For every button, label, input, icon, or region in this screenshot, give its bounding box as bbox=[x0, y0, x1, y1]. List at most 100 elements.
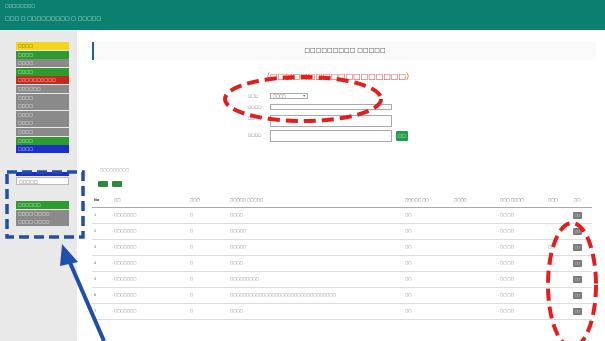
field3-label: □□ bbox=[248, 116, 255, 120]
sidebar-secondary: □□□□□ □□□□□□ □□□□ □□□□ □□□□ □□□□ bbox=[16, 172, 69, 227]
table-cell: 6 bbox=[94, 293, 97, 297]
sidebar-item-6[interactable]: □□□□□□ bbox=[16, 84, 69, 93]
sidebar-item-1[interactable]: □□□□ bbox=[16, 42, 69, 50]
table-cell: □ bbox=[190, 245, 194, 249]
table-cell: 3 bbox=[94, 245, 97, 249]
table-header-cell: □□□□□ □□ bbox=[405, 198, 429, 202]
sidebar-secondary-item-2[interactable]: □□□□ □□□□ bbox=[16, 209, 69, 218]
sidebar-secondary-accent bbox=[16, 172, 69, 176]
table-cell: □ bbox=[190, 229, 194, 233]
table-cell: □□ bbox=[405, 309, 412, 313]
results-table: No □□ □□□ □□□□□ □□□□□ □□□□□ □□ □□□□ □□□ … bbox=[92, 194, 592, 320]
table-row: 1 □□□□□□□ □ □□□□ □□ □□ □□ □□ bbox=[92, 208, 592, 224]
sidebar-item-4[interactable]: □□□□ bbox=[16, 67, 69, 76]
sidebar-item-7[interactable]: □□□□ bbox=[16, 93, 69, 102]
table-cell: □□ □□ bbox=[500, 309, 514, 313]
table-cell: □□ bbox=[405, 277, 412, 281]
table-cell: □□□□ bbox=[230, 261, 243, 265]
sidebar: □□□□ □□□□ □□□□ □□□□ □□□□□□□□□□ □□□□□□ □□… bbox=[0, 30, 77, 341]
table-cell: 2 bbox=[94, 229, 97, 233]
sidebar-item-9[interactable]: □□□□ bbox=[16, 110, 69, 119]
sidebar-item-8[interactable]: □□□□ bbox=[16, 102, 69, 111]
table-cell: □□□□ bbox=[230, 309, 243, 313]
table-cell: □□□□□□□ bbox=[114, 293, 137, 297]
search-button[interactable]: □□ bbox=[396, 131, 408, 141]
table-cell: □□□□ bbox=[230, 213, 243, 217]
row-edit-button[interactable]: □□ bbox=[573, 244, 582, 251]
table-cell: □□ □□ bbox=[500, 229, 514, 233]
sidebar-item-5[interactable]: □□□□□□□□□□ bbox=[16, 76, 69, 85]
table-cell: □□□□□□□□□ bbox=[230, 277, 259, 281]
table-header-cell: No bbox=[94, 198, 100, 202]
field1-label: □□□ bbox=[248, 94, 259, 98]
breadcrumb[interactable]: □□□ □ □□□□□□□□□ □ □□□□□ bbox=[5, 16, 101, 22]
table-cell: □□ bbox=[548, 261, 555, 265]
row-edit-button[interactable]: □□ bbox=[573, 212, 582, 219]
table-cell: □□□□□□□ bbox=[114, 261, 137, 265]
sidebar-item-10[interactable]: □□□□ bbox=[16, 119, 69, 128]
field1-value: □□□□ bbox=[273, 94, 286, 98]
list-action-button-1[interactable] bbox=[98, 181, 108, 187]
table-cell: □□□□□ bbox=[230, 229, 247, 233]
table-header-cell: □□□ bbox=[190, 198, 200, 202]
page-root: { "header": { "brand": "□□□□□□□□", "brea… bbox=[0, 0, 605, 341]
table-cell: 1 bbox=[94, 213, 97, 217]
table-header-cell: □□□□ bbox=[454, 198, 467, 202]
table-cell: □□□□□□□ bbox=[114, 309, 137, 313]
table-cell: □□□□□ bbox=[230, 245, 247, 249]
table-cell: □□ □□ bbox=[500, 245, 514, 249]
highlight-message: （□□□□□□□□□□□□□□□□□□） bbox=[262, 72, 415, 81]
table-cell: □ bbox=[190, 261, 194, 265]
table-cell: □□□□□□□ bbox=[114, 245, 137, 249]
sidebar-item-2[interactable]: □□□□ bbox=[16, 50, 69, 59]
table-cell: 5 bbox=[94, 277, 97, 281]
table-header-cell: □□□□□ □□□□□ bbox=[230, 198, 264, 202]
row-edit-button[interactable]: □□ bbox=[573, 292, 582, 299]
sidebar-item-11[interactable]: □□□□ bbox=[16, 127, 69, 136]
table-row: 4 □□□□□□□ □ □□□□ □□ □□ □□ □□ □□ bbox=[92, 256, 592, 272]
table-cell: 7 bbox=[94, 309, 97, 313]
field1-select[interactable]: □□□□ ▾ bbox=[270, 93, 308, 99]
table-cell: □□□□□□□ bbox=[114, 277, 137, 281]
table-cell: □□ □□ bbox=[500, 293, 514, 297]
table-row: 2 □□□□□□□ □ □□□□□ □□ □□ □□ □□ bbox=[92, 224, 592, 240]
table-cell: □□□□□□□ bbox=[114, 229, 137, 233]
row-edit-button[interactable]: □□ bbox=[573, 228, 582, 235]
row-edit-button[interactable]: □□ bbox=[573, 276, 582, 283]
table-cell: □ bbox=[190, 293, 194, 297]
field2-label: □□□□ bbox=[248, 105, 262, 109]
field4-input[interactable] bbox=[270, 130, 392, 142]
table-cell: □□ bbox=[405, 261, 412, 265]
table-cell: □□ □□ bbox=[500, 261, 514, 265]
app-brand: □□□□□□□□ bbox=[5, 3, 36, 8]
table-header-cell: □□ bbox=[574, 198, 581, 202]
table-row: 3 □□□□□□□ □ □□□□□ □□ □□ □□ □□ □□ bbox=[92, 240, 592, 256]
table-cell: □□ □□ bbox=[500, 277, 514, 281]
table-row: 7 □□□□□□□ □ □□□□ □□ □□ □□ □□ bbox=[92, 304, 592, 320]
field2-input[interactable] bbox=[270, 104, 392, 110]
table-header-cell: □□□ bbox=[548, 198, 558, 202]
app-header: □□□□□□□□ □□□ □ □□□□□□□□□ □ □□□□□ bbox=[0, 0, 605, 30]
page-title: □□□□□□□□□ □□□□□ bbox=[92, 42, 596, 60]
table-cell: □□□□□□□□□□□□□□□□□□□□□□□□□□□□□□□□□ bbox=[230, 293, 336, 297]
list-action-button-2[interactable] bbox=[112, 181, 122, 187]
table-cell: □ bbox=[190, 309, 194, 313]
field4-label: □□□□ bbox=[248, 133, 262, 137]
table-cell: □ bbox=[190, 277, 194, 281]
main-content: □□□□□□□□□ □□□□□ （□□□□□□□□□□□□□□□□□□） □□□… bbox=[86, 38, 598, 341]
table-cell: □□ bbox=[548, 245, 555, 249]
sidebar-menu: □□□□ □□□□ □□□□ □□□□ □□□□□□□□□□ □□□□□□ □□… bbox=[16, 42, 69, 154]
sidebar-item-3[interactable]: □□□□ bbox=[16, 59, 69, 68]
row-edit-button[interactable]: □□ bbox=[573, 260, 582, 267]
table-header-cell: □□ bbox=[114, 198, 121, 202]
row-edit-button[interactable]: □□ bbox=[573, 308, 582, 315]
sidebar-secondary-item-3[interactable]: □□□□ □□□□ bbox=[16, 218, 69, 227]
sidebar-user-label[interactable]: □□□□□ bbox=[16, 177, 69, 185]
chevron-down-icon: ▾ bbox=[303, 94, 305, 98]
table-cell: □ bbox=[190, 213, 194, 217]
sidebar-item-12[interactable]: □□□□ bbox=[16, 136, 69, 145]
sidebar-item-13[interactable]: □□□□ bbox=[16, 145, 69, 154]
field3-input[interactable] bbox=[270, 115, 392, 127]
sidebar-secondary-item-1[interactable]: □□□□□□ bbox=[16, 201, 69, 209]
